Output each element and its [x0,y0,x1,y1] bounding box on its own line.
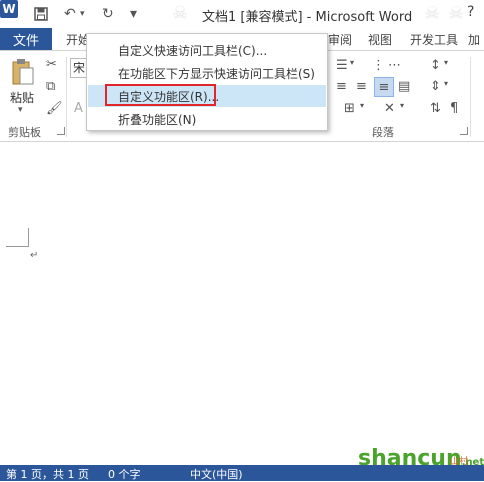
decorative-skull-icon: ☠ [448,3,465,24]
status-bar: 第 1 页，共 1 页 0 个字 中文(中国) [0,465,484,481]
chinese-layout-icon[interactable]: ✕ [384,101,395,116]
undo-icon[interactable]: ↶ [64,6,76,22]
tab-addins[interactable]: 加 [468,31,480,48]
line-spacing-icon[interactable]: ↕ [430,58,441,73]
menu-item-collapse-ribbon[interactable]: 折叠功能区(N) [88,108,326,130]
bullets-icon[interactable]: ☰ [336,58,348,73]
bullets-dropdown-icon[interactable]: ▾ [350,58,354,67]
paragraph-spacing-dropdown-icon[interactable]: ▾ [444,79,448,88]
group-separator [470,57,471,137]
justify-icon[interactable]: ≡ [374,77,394,97]
tab-file[interactable]: 文件 [0,28,52,50]
menu-item-customize-qat[interactable]: 自定义快速访问工具栏(C)... [88,39,326,61]
multilevel-list-icon[interactable]: ⋯ [388,58,401,73]
redo-icon[interactable]: ↻ [102,6,114,22]
group-separator [66,57,67,137]
title-bar: W ↶ ▾ ↻ ▾ ☠ ☠ ☠ 文档1 [兼容模式] - Microsoft W… [0,0,484,28]
numbering-icon[interactable]: ⋮ [372,58,385,73]
decorative-skull-icon: ☠ [172,3,189,24]
chinese-layout-dropdown-icon[interactable]: ▾ [400,101,404,110]
save-icon[interactable] [34,6,48,22]
distributed-icon[interactable]: ▤ [398,79,410,94]
annotation-highlight-box [105,84,216,106]
page-margin-corner [6,228,29,247]
word-count-status[interactable]: 0 个字 [108,466,141,482]
menu-item-show-qat-below[interactable]: 在功能区下方显示快速访问工具栏(S) [88,62,326,84]
help-button[interactable]: ? [467,4,474,20]
ribbon-context-menu: 自定义快速访问工具栏(C)... 在功能区下方显示快速访问工具栏(S) 自定义功… [86,33,328,131]
clipboard-group-label: 剪贴板 [8,126,41,139]
document-area[interactable]: ↵ [0,142,484,452]
undo-dropdown-icon[interactable]: ▾ [80,6,85,22]
paste-icon[interactable] [10,57,36,87]
format-painter-icon[interactable]: 🖌 [46,101,63,116]
paragraph-spacing-icon[interactable]: ⇕ [430,79,441,94]
sort-icon[interactable]: ⇅ [430,101,441,116]
window-title: 文档1 [兼容模式] - Microsoft Word [202,10,413,25]
paste-label[interactable]: 粘贴 [10,89,34,106]
paste-dropdown-icon[interactable]: ▾ [18,105,23,115]
paragraph-mark: ↵ [30,250,39,261]
tab-view[interactable]: 视图 [368,31,392,48]
align-left-icon[interactable]: ≡ [336,79,347,94]
show-marks-icon[interactable]: ¶ [450,101,458,116]
line-spacing-dropdown-icon[interactable]: ▾ [444,58,448,67]
cut-icon[interactable]: ✂ [46,57,57,72]
align-center-icon[interactable]: ≡ [356,79,367,94]
copy-icon[interactable]: ⧉ [46,79,55,94]
paragraph-launcher-icon[interactable] [460,127,468,135]
decorative-skull-icon: ☠ [424,3,441,24]
tab-developer[interactable]: 开发工具 [410,31,458,48]
paragraph-group-label: 段落 [372,126,394,139]
word-logo-icon: W [0,0,18,18]
language-status[interactable]: 中文(中国) [190,466,243,482]
customize-qat-icon[interactable]: ▾ [130,6,137,22]
borders-icon[interactable]: ⊞ [344,101,355,116]
clipboard-launcher-icon[interactable] [57,127,65,135]
tab-review[interactable]: 审阅 [328,31,352,48]
text-effects-icon[interactable]: A [74,101,83,116]
page-count-status[interactable]: 第 1 页，共 1 页 [6,466,89,482]
borders-dropdown-icon[interactable]: ▾ [360,101,364,110]
